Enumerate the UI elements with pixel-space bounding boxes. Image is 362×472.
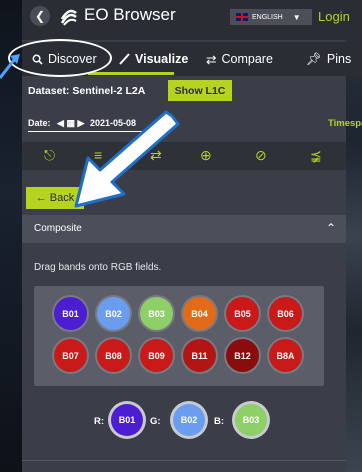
highlight-ellipse <box>8 39 112 77</box>
tab-visualize-label: Visualize <box>135 52 189 66</box>
uk-flag-icon <box>236 13 248 21</box>
eye-off-icon[interactable]: ⊘ <box>255 147 267 164</box>
band-chip[interactable]: B09 <box>140 339 173 372</box>
date-label: Date: <box>28 118 51 128</box>
pin-icon[interactable]: ⎋ <box>44 147 55 164</box>
band-chip[interactable]: B07 <box>54 339 87 372</box>
dataset-label: Dataset: Sentinel-2 L2A <box>28 85 146 97</box>
chevron-left-icon: ❮ <box>34 9 46 23</box>
band-label: B07 <box>62 350 79 361</box>
timespan-toggle[interactable]: Timespan <box>328 118 362 129</box>
band-chip[interactable]: B03 <box>235 404 267 436</box>
band-label: B11 <box>191 350 208 361</box>
band-label: B01 <box>62 308 79 319</box>
band-label: B03 <box>242 415 260 425</box>
dataset-row: Dataset: Sentinel-2 L2A Show L1C <box>22 77 346 105</box>
app-title: EO Browser <box>84 5 176 24</box>
language-label: ENGLISH <box>252 13 283 21</box>
band-label: B09 <box>148 350 165 361</box>
band-palette: B01 B02 B03 B04 B05 B06 B07 B08 B09 B11 … <box>34 286 324 386</box>
swap-icon: ⇄ <box>206 52 217 67</box>
chevron-up-icon[interactable]: ⌃ <box>326 221 336 235</box>
band-label: B08 <box>105 350 122 361</box>
divider <box>22 460 346 461</box>
active-tab-indicator <box>88 72 174 75</box>
band-label: B02 <box>105 308 122 319</box>
band-chip[interactable]: B02 <box>173 404 205 436</box>
band-label: B12 <box>234 350 251 361</box>
band-label: B04 <box>191 308 208 319</box>
band-chip[interactable]: B02 <box>97 297 130 330</box>
band-label: B8A <box>276 350 295 361</box>
band-chip[interactable]: B03 <box>140 297 173 330</box>
blue-channel-slot[interactable]: B03 <box>232 401 270 439</box>
big-pointer-arrow-icon <box>74 110 180 208</box>
band-label: B05 <box>234 308 251 319</box>
band-chip[interactable]: B8A <box>269 339 302 372</box>
tab-visualize[interactable]: Visualize <box>118 52 188 66</box>
pin-icon: 📌︎ <box>306 51 322 66</box>
red-channel-slot[interactable]: B01 <box>108 401 146 439</box>
tab-pins[interactable]: 📌︎ Pins <box>306 52 351 67</box>
language-select[interactable]: ENGLISH ▼ <box>230 9 312 25</box>
tab-compare-label: Compare <box>221 52 273 66</box>
band-chip[interactable]: B06 <box>269 297 302 330</box>
tab-compare[interactable]: ⇄ Compare <box>206 52 273 67</box>
band-chip[interactable]: B08 <box>97 339 130 372</box>
green-channel-slot[interactable]: B02 <box>170 401 208 439</box>
drag-hint: Drag bands onto RGB fields. <box>34 262 162 273</box>
band-chip[interactable]: B11 <box>183 339 216 372</box>
brush-icon <box>119 53 130 65</box>
red-channel-label: R: <box>94 416 105 427</box>
band-chip[interactable]: B05 <box>226 297 259 330</box>
band-chip[interactable]: B04 <box>183 297 216 330</box>
collapse-panel-button[interactable]: ❮ <box>30 6 50 26</box>
green-channel-label: G: <box>150 416 161 427</box>
logo-icon <box>60 9 77 26</box>
band-label: B06 <box>277 308 294 319</box>
band-chip[interactable]: B12 <box>226 339 259 372</box>
login-link[interactable]: Login <box>318 9 350 24</box>
caret-down-icon: ▼ <box>292 12 301 22</box>
band-label: B01 <box>118 415 136 425</box>
pointer-arrow-icon <box>0 54 20 79</box>
share-icon[interactable]: ⪵ <box>310 147 322 164</box>
blue-channel-label: B: <box>214 416 225 427</box>
band-chip[interactable]: B01 <box>111 404 143 436</box>
composite-header[interactable]: Composite ⌃ <box>22 215 346 243</box>
composite-title: Composite <box>34 223 82 234</box>
rgb-fields: R: B01 G: B02 B: B03 <box>94 401 314 441</box>
band-chip[interactable]: B01 <box>54 297 87 330</box>
target-icon[interactable]: ⊕ <box>200 147 212 164</box>
prev-date-icon[interactable]: ◀ <box>57 118 64 128</box>
show-l1c-button[interactable]: Show L1C <box>168 80 232 101</box>
band-label: B03 <box>148 308 165 319</box>
tab-pins-label: Pins <box>326 52 352 66</box>
band-label: B02 <box>180 415 198 425</box>
